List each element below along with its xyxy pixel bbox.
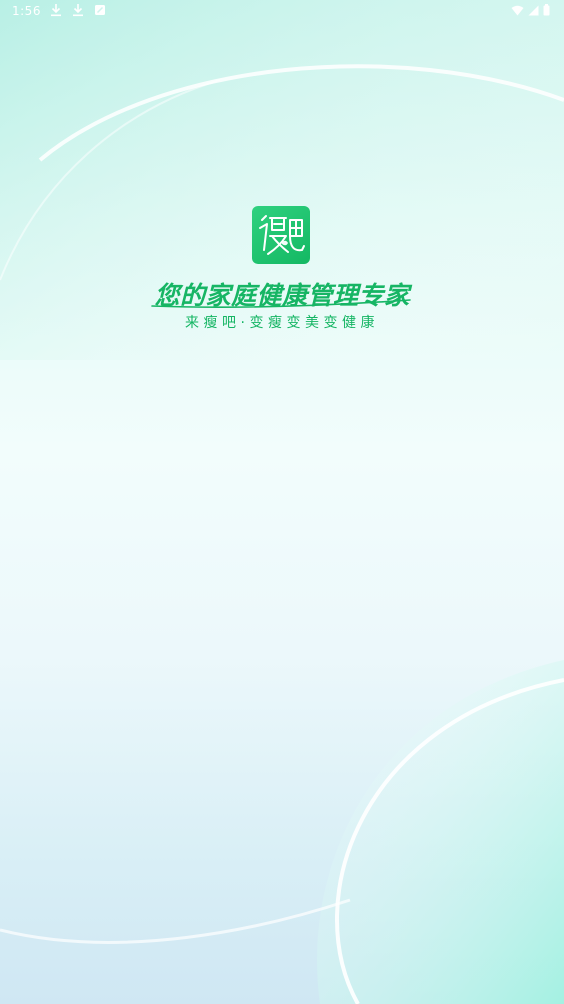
logo-calligraphy-art (259, 215, 305, 255)
status-system-icons (511, 4, 550, 16)
app-slogan: 您的家庭健康管理专家 (154, 281, 410, 310)
wifi-icon (511, 5, 524, 16)
status-notification-icons (50, 3, 106, 17)
app-logo-box (252, 206, 310, 264)
background-art (0, 0, 564, 1004)
cellular-signal-icon (528, 5, 539, 16)
download-icon (72, 3, 84, 17)
app-logo (252, 206, 310, 264)
app-notification-icon (94, 4, 106, 16)
status-bar: 1:56 (0, 0, 564, 24)
download-icon (50, 3, 62, 17)
app-subtitle: 来瘦吧·变瘦变美变健康 (185, 315, 379, 331)
status-time: 1:56 (12, 4, 41, 18)
battery-icon (543, 4, 550, 16)
